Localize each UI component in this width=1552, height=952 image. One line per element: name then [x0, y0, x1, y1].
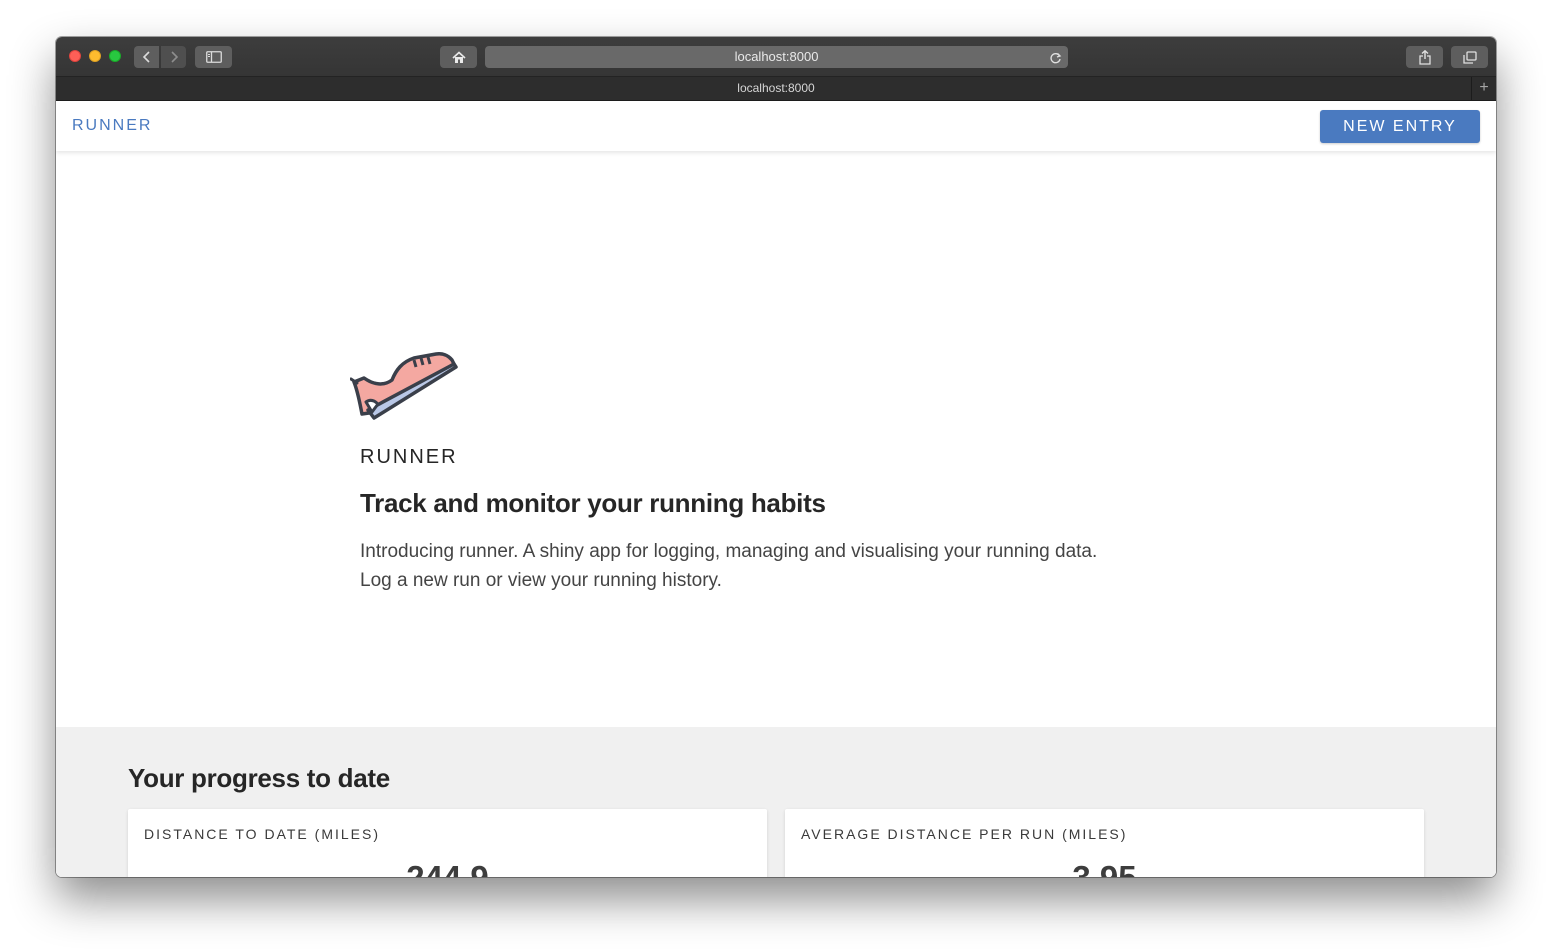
- tab-bar: localhost:8000 +: [56, 77, 1496, 101]
- close-window-button[interactable]: [69, 50, 81, 62]
- share-icon: [1418, 49, 1431, 65]
- hero-intro-line: Introducing runner. A shiny app for logg…: [360, 541, 1098, 562]
- browser-window: localhost:8000 localhost:8000 + RUNNER N…: [56, 37, 1496, 877]
- tabs-icon: [1462, 50, 1477, 64]
- progress-title: Your progress to date: [128, 763, 390, 793]
- progress-section: Your progress to date DISTANCE TO DATE (…: [56, 727, 1496, 877]
- reload-icon: [1050, 53, 1062, 64]
- sidebar-icon: [205, 51, 222, 63]
- card-value: 3.95: [785, 859, 1424, 877]
- forward-button[interactable]: [161, 46, 186, 68]
- chevron-left-icon: [142, 51, 150, 63]
- average-distance-card: AVERAGE DISTANCE PER RUN (MILES) 3.95: [785, 809, 1424, 877]
- card-value: 244.9: [128, 859, 767, 877]
- reload-button[interactable]: [1049, 50, 1062, 72]
- hero-description: Introducing runner. A shiny app for logg…: [360, 537, 1220, 595]
- history-nav: [134, 46, 186, 68]
- share-button[interactable]: [1406, 46, 1443, 68]
- hero-title: Track and monitor your running habits: [360, 488, 826, 518]
- running-shoe-icon: [350, 352, 458, 420]
- home-icon: [451, 50, 466, 63]
- app-navbar: RUNNER NEW ENTRY: [56, 101, 1496, 151]
- distance-to-date-card: DISTANCE TO DATE (MILES) 244.9: [128, 809, 767, 877]
- hero-kicker: RUNNER: [360, 446, 458, 468]
- url-text: localhost:8000: [734, 49, 819, 64]
- chevron-right-icon: [170, 51, 178, 63]
- home-button[interactable]: [440, 46, 477, 68]
- tab-title[interactable]: localhost:8000: [737, 81, 814, 95]
- browser-toolbar: localhost:8000: [56, 37, 1496, 77]
- back-button[interactable]: [134, 46, 159, 68]
- fullscreen-window-button[interactable]: [109, 50, 121, 62]
- new-entry-button[interactable]: NEW ENTRY: [1320, 110, 1480, 143]
- address-bar[interactable]: localhost:8000: [485, 46, 1068, 68]
- new-tab-button[interactable]: +: [1471, 77, 1496, 100]
- hero-cta-line: Log a new run or view your running histo…: [360, 570, 722, 591]
- card-label: AVERAGE DISTANCE PER RUN (MILES): [801, 826, 1128, 842]
- minimize-window-button[interactable]: [89, 50, 101, 62]
- sidebar-toggle-button[interactable]: [195, 46, 232, 68]
- card-label: DISTANCE TO DATE (MILES): [144, 826, 380, 842]
- tabs-overview-button[interactable]: [1451, 46, 1488, 68]
- page-content: RUNNER NEW ENTRY RUNNER Track and monito…: [56, 101, 1496, 877]
- brand-link[interactable]: RUNNER: [72, 117, 152, 135]
